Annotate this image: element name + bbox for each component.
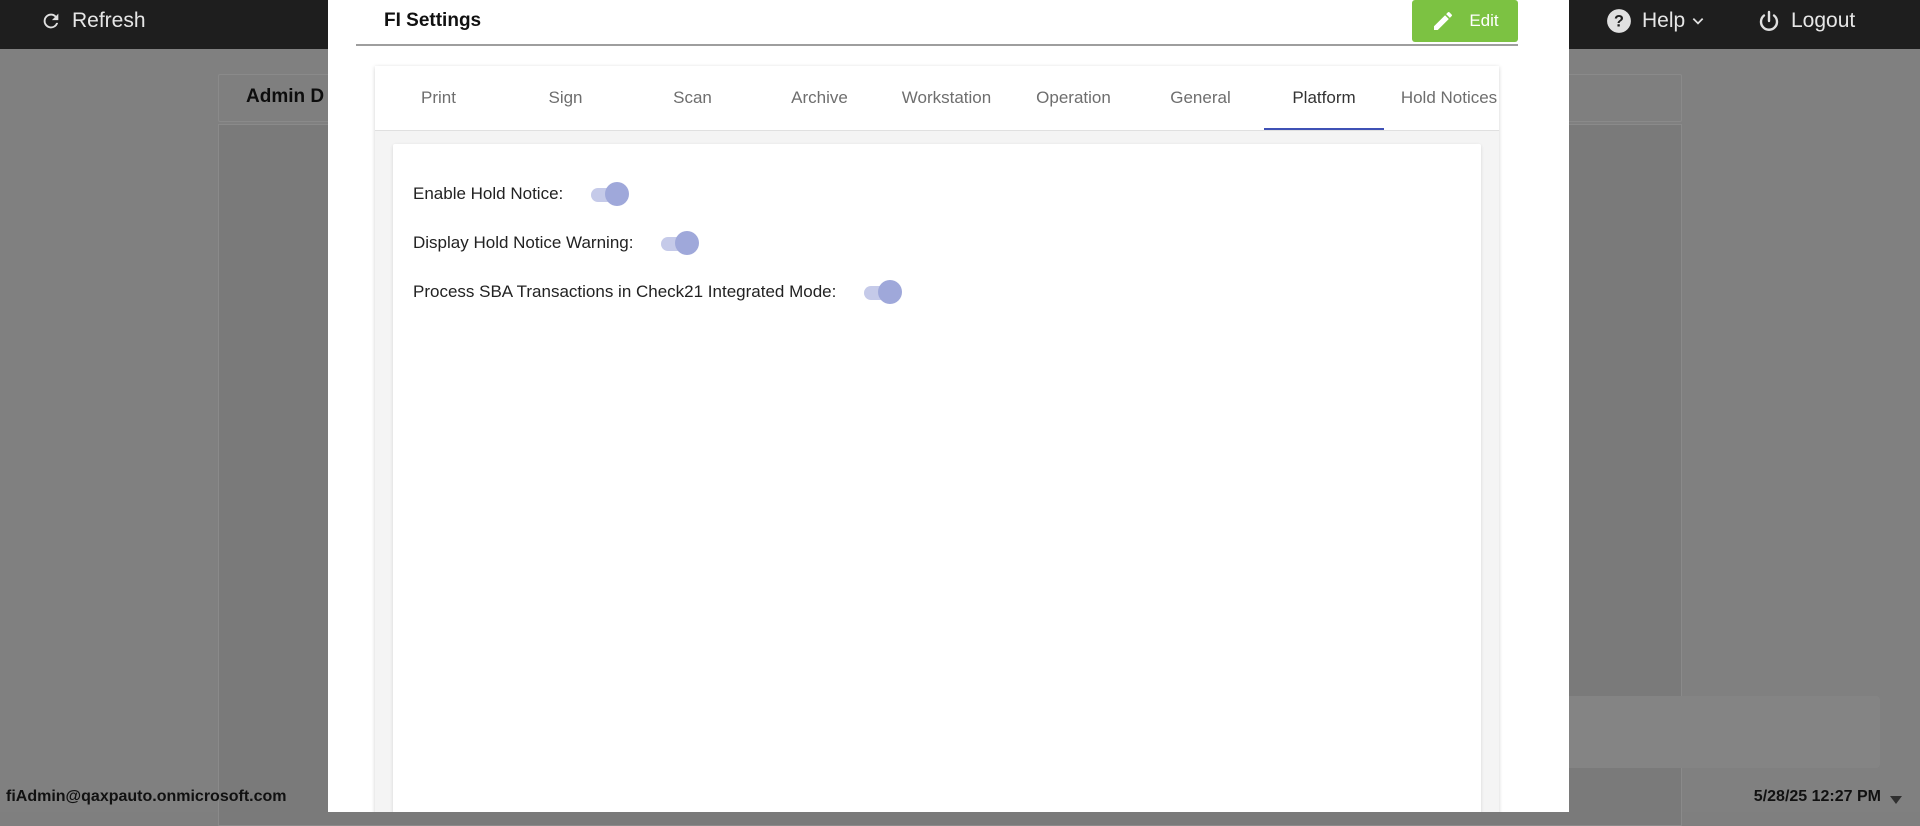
settings-tabs: Print Sign Scan Archive Workstation Oper… [375, 66, 1499, 131]
refresh-label: Refresh [72, 9, 146, 32]
process-sba-check21-row: Process SBA Transactions in Check21 Inte… [413, 278, 903, 306]
background-notification [1524, 696, 1880, 768]
tab-print[interactable]: Print [375, 66, 502, 130]
enable-hold-notice-row: Enable Hold Notice: [413, 180, 630, 208]
tab-hold-notices[interactable]: Hold Notices [1384, 66, 1499, 130]
edit-button[interactable]: Edit [1412, 0, 1518, 42]
tab-general[interactable]: General [1137, 66, 1264, 130]
display-hold-notice-warning-label: Display Hold Notice Warning: [413, 233, 634, 252]
refresh-icon [43, 13, 59, 29]
settings-card: Print Sign Scan Archive Workstation Oper… [375, 66, 1499, 812]
page-scroll-down-arrow[interactable] [1890, 796, 1902, 804]
help-label: Help [1642, 9, 1686, 32]
tab-operation[interactable]: Operation [1010, 66, 1137, 130]
platform-settings-panel: Enable Hold Notice: Display Hold Notice … [393, 144, 1481, 812]
tab-sign[interactable]: Sign [502, 66, 629, 130]
display-hold-notice-warning-row: Display Hold Notice Warning: [413, 229, 700, 257]
dialog-title: FI Settings [384, 10, 482, 31]
toggle-knob [675, 231, 700, 255]
enable-hold-notice-toggle[interactable] [587, 180, 630, 208]
tab-scan[interactable]: Scan [629, 66, 756, 130]
help-menu-button[interactable]: ? Help [1606, 0, 1705, 42]
fi-settings-dialog: FI Settings Edit Print Sign Scan Archive… [328, 0, 1569, 812]
footer-datetime: 5/28/25 12:27 PM [1753, 788, 1881, 805]
panel-title: Admin D [246, 86, 325, 107]
chevron-down-icon [1692, 18, 1704, 25]
enable-hold-notice-label: Enable Hold Notice: [413, 184, 564, 203]
display-hold-notice-warning-toggle[interactable] [657, 229, 700, 257]
toggle-knob [605, 182, 630, 206]
tab-workstation[interactable]: Workstation [883, 66, 1010, 130]
process-sba-check21-toggle[interactable] [860, 278, 903, 306]
help-circle-icon: ? [1607, 9, 1631, 33]
pencil-icon [1434, 11, 1453, 31]
dialog-header: FI Settings Edit [356, 0, 1518, 46]
logout-button[interactable]: Logout [1757, 0, 1855, 42]
toggle-knob [878, 280, 903, 304]
tab-platform[interactable]: Platform [1264, 66, 1384, 130]
power-icon [1759, 10, 1779, 31]
edit-label: Edit [1469, 11, 1499, 30]
process-sba-check21-label: Process SBA Transactions in Check21 Inte… [413, 282, 837, 301]
svg-text:?: ? [1614, 12, 1624, 30]
logout-label: Logout [1791, 9, 1856, 32]
tab-archive[interactable]: Archive [756, 66, 883, 130]
refresh-button[interactable]: Refresh [40, 0, 146, 42]
footer-user: fiAdmin@qaxpauto.onmicrosoft.com [6, 788, 287, 805]
